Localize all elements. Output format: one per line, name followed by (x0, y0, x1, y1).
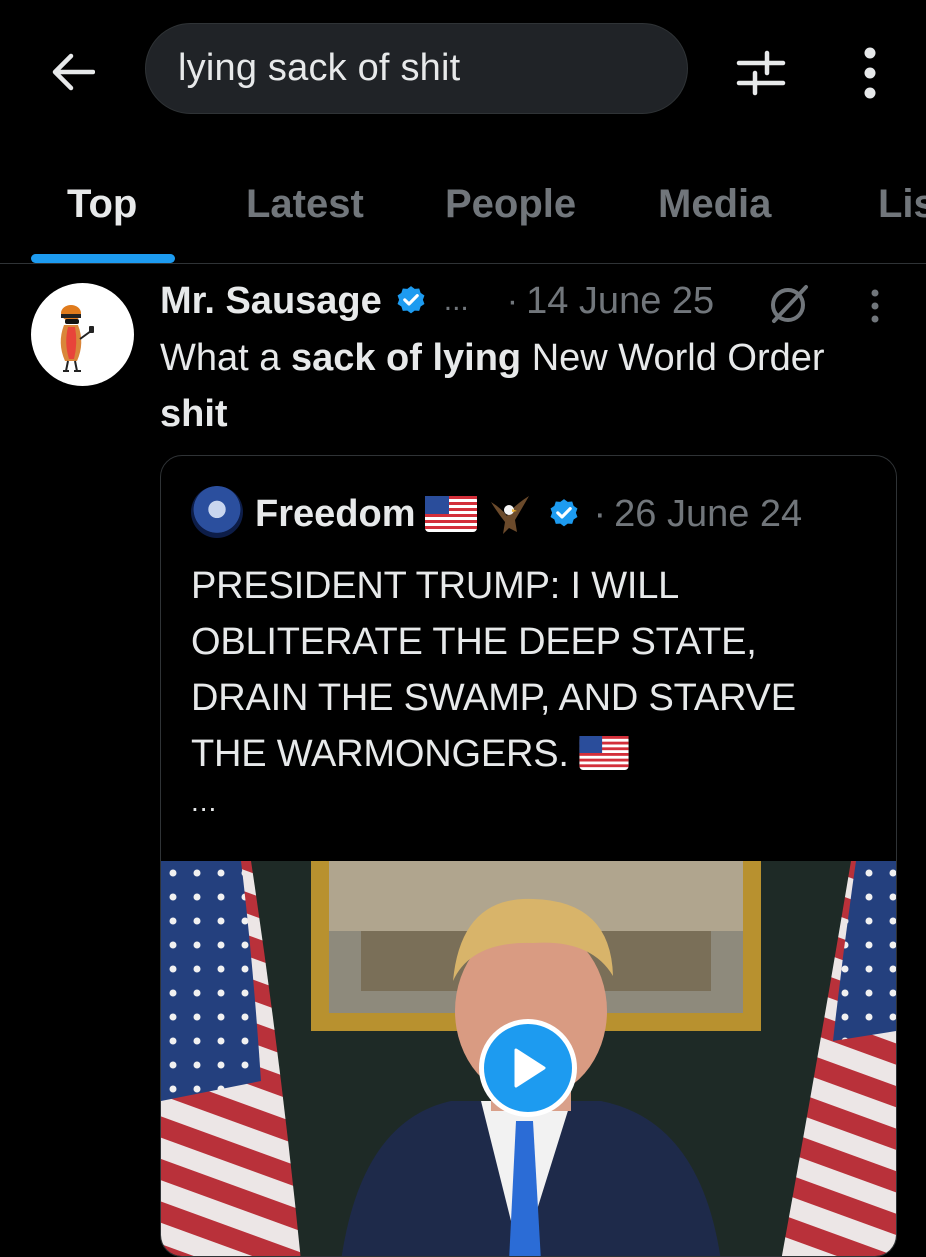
search-input[interactable]: lying sack of shit (145, 23, 688, 114)
avatar[interactable] (31, 283, 134, 386)
active-tab-indicator (31, 254, 175, 263)
separator-dot: · (506, 281, 519, 320)
back-button[interactable] (40, 40, 104, 104)
tab-people[interactable]: People (445, 182, 576, 227)
play-button[interactable] (479, 1019, 577, 1117)
tweet-text-highlight: sack of lying (290, 337, 522, 379)
tweet-header: Mr. Sausage ... · 14 June 25 (160, 276, 714, 326)
tweet-more-button[interactable] (860, 284, 890, 328)
quote-read-more: ... (191, 786, 218, 817)
author-name[interactable]: Mr. Sausage (160, 280, 382, 323)
quote-text-body: PRESIDENT TRUMP: I WILL OBLITERATE THE D… (191, 565, 796, 775)
name-truncation: ... (443, 284, 469, 317)
quote-separator-dot: · (593, 492, 607, 535)
sliders-icon (736, 50, 786, 96)
tweet-text-highlight: shit (160, 393, 228, 435)
video-thumbnail[interactable] (161, 861, 896, 1256)
quote-header: Freedom · 26 June 24 (255, 488, 802, 540)
verified-badge-icon (547, 497, 581, 531)
tweet-text-part: What a (160, 337, 291, 379)
grok-icon[interactable] (766, 281, 812, 327)
quote-timestamp: 26 June 24 (614, 492, 803, 535)
tweet-text-part: New World Order (521, 337, 825, 379)
quote-text: PRESIDENT TRUMP: I WILL OBLITERATE THE D… (191, 558, 871, 782)
quote-author-name: Freedom (255, 492, 416, 535)
search-tabs: Top Latest People Media Lis (0, 160, 926, 264)
search-query: lying sack of shit (178, 47, 461, 89)
tweet-timestamp[interactable]: 14 June 25 (526, 280, 714, 323)
hotdog-avatar-icon (60, 305, 94, 372)
tweet-text: What a sack of lying New World Order shi… (160, 330, 860, 442)
us-flag-icon (425, 496, 478, 532)
more-vertical-icon (864, 47, 876, 99)
verified-badge-icon (394, 284, 428, 318)
overflow-menu-button[interactable] (840, 40, 900, 106)
search-filter-button[interactable] (728, 40, 794, 106)
more-vertical-icon (871, 289, 879, 323)
tab-lists[interactable]: Lis (878, 182, 926, 227)
quote-avatar (191, 486, 243, 538)
quoted-tweet-card[interactable]: Freedom · 26 June 24 PRESIDENT TRUMP: I … (160, 455, 897, 1257)
tab-top[interactable]: Top (67, 182, 137, 227)
us-flag-icon (579, 736, 629, 770)
play-icon (514, 1048, 546, 1088)
arrow-left-icon (52, 53, 95, 91)
eagle-icon (487, 492, 533, 536)
tab-media[interactable]: Media (658, 182, 771, 227)
tab-latest[interactable]: Latest (246, 182, 364, 227)
